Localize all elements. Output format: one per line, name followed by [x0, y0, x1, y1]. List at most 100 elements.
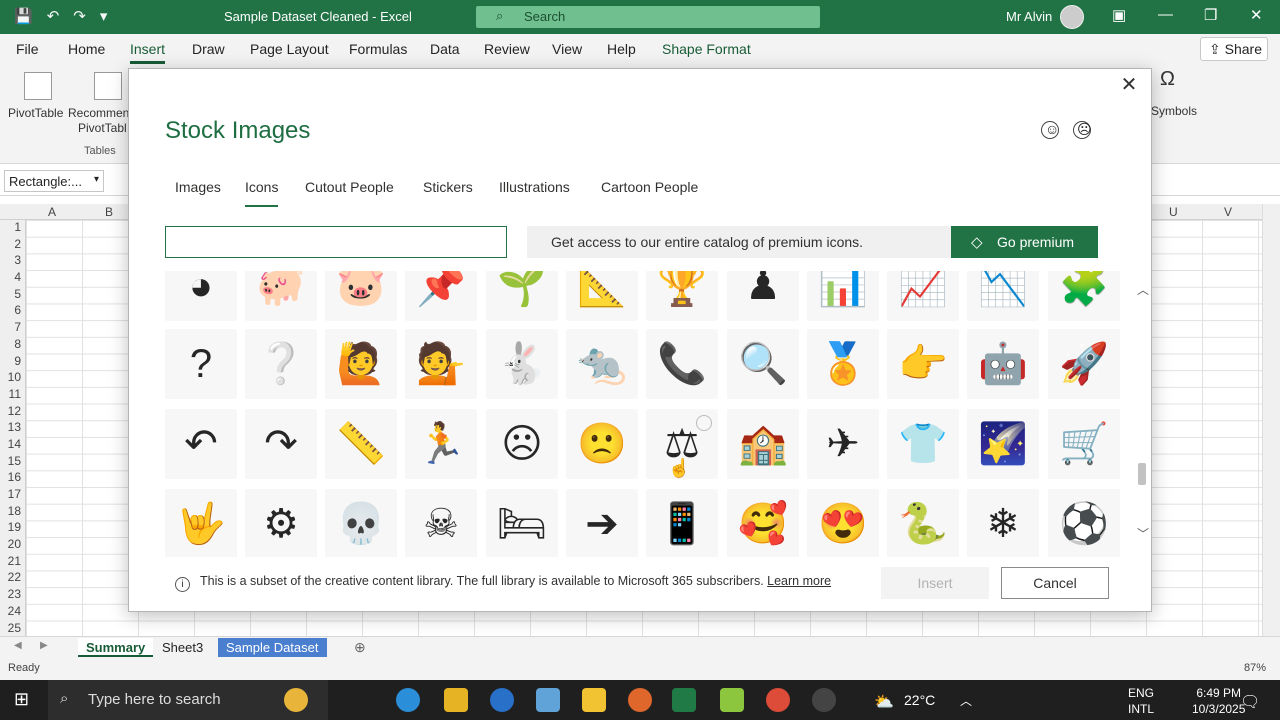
column-header[interactable]: A	[48, 205, 56, 219]
icon-tile[interactable]: 🌱	[486, 271, 558, 321]
tab-illustrations[interactable]: Illustrations	[499, 179, 570, 195]
icon-tile[interactable]: 👕	[887, 409, 959, 479]
language-indicator[interactable]: ENG INTL	[1128, 685, 1154, 717]
row-header[interactable]: 6	[0, 303, 25, 320]
pivot-table-label[interactable]: PivotTable	[8, 106, 63, 120]
column-header[interactable]: V	[1224, 205, 1232, 219]
scroll-down-icon[interactable]: ﹀	[1137, 525, 1149, 542]
name-box[interactable]: Rectangle:... ▾	[4, 170, 104, 192]
frown-feedback-icon[interactable]: ☹	[1073, 121, 1092, 139]
ribbon-display-icon[interactable]: ▣	[1112, 6, 1126, 24]
icon-search-input[interactable]	[165, 226, 507, 258]
avatar[interactable]	[1060, 5, 1084, 29]
scroll-thumb[interactable]	[1138, 463, 1146, 485]
row-header[interactable]: 16	[0, 470, 25, 487]
icon-tile[interactable]: ✈	[807, 409, 879, 479]
share-button[interactable]: ⇪ Share	[1200, 37, 1268, 61]
icon-tile[interactable]: ?	[165, 329, 237, 399]
icon-tile[interactable]: 🙋	[325, 329, 397, 399]
ribbon-tab-data[interactable]: Data	[430, 41, 460, 57]
add-sheet-icon[interactable]: ⊕	[354, 639, 366, 656]
learn-more-link[interactable]: Learn more	[767, 574, 831, 588]
icon-tile[interactable]: ❄	[967, 489, 1039, 557]
icon-tile[interactable]: 🔍	[727, 329, 799, 399]
windows-start-icon[interactable]: ⊞	[14, 689, 29, 710]
pivot-table-icon[interactable]	[24, 72, 52, 100]
icon-tile[interactable]: 📐	[566, 271, 638, 321]
icon-tile[interactable]: 🐖	[245, 271, 317, 321]
icon-tile[interactable]: 🧩	[1048, 271, 1120, 321]
icon-tile[interactable]: ➔	[566, 489, 638, 557]
icon-tile[interactable]: ☹	[486, 409, 558, 479]
symbols-label[interactable]: Symbols	[1151, 104, 1197, 118]
row-header[interactable]: 25	[0, 621, 25, 638]
undo-icon[interactable]: ↶	[47, 7, 60, 25]
icon-tile[interactable]: 🐀	[566, 329, 638, 399]
redo-icon[interactable]: ↷	[73, 7, 86, 25]
recommended-pivot-icon[interactable]	[94, 72, 122, 100]
sheet-scroll-left-icon[interactable]: ◀	[14, 640, 22, 651]
chrome-icon[interactable]	[766, 688, 790, 712]
ribbon-tab-page-layout[interactable]: Page Layout	[250, 41, 329, 57]
smile-feedback-icon[interactable]: ☺	[1041, 121, 1059, 139]
scroll-up-icon[interactable]: ︿	[1137, 281, 1149, 298]
sheet-tab-sheet3[interactable]: Sheet3	[154, 638, 211, 657]
icon-tile[interactable]: ↷	[245, 409, 317, 479]
icon-tile[interactable]: 🏆	[646, 271, 718, 321]
icon-tile[interactable]: ❔	[245, 329, 317, 399]
ribbon-tab-insert[interactable]: Insert	[130, 41, 166, 64]
omega-symbol-icon[interactable]: Ω	[1160, 69, 1175, 89]
row-header[interactable]: 23	[0, 587, 25, 604]
icon-tile[interactable]: 🤖	[967, 329, 1039, 399]
sheet-tab-summary[interactable]: Summary	[78, 638, 154, 657]
row-header[interactable]: 18	[0, 504, 25, 521]
sheet-tab-sample-dataset[interactable]: Sample Dataset	[218, 638, 327, 657]
icon-tile[interactable]: 💁	[405, 329, 477, 399]
row-header[interactable]: 12	[0, 404, 25, 421]
ribbon-tab-help[interactable]: Help	[607, 41, 636, 57]
r-app-icon[interactable]	[490, 688, 514, 712]
icon-tile[interactable]: 📌	[405, 271, 477, 321]
row-header[interactable]: 24	[0, 604, 25, 621]
ribbon-tab-view[interactable]: View	[552, 41, 582, 57]
folder-icon[interactable]	[582, 688, 606, 712]
search-input[interactable]: ⌕ Search	[476, 6, 820, 28]
notification-icon[interactable]: 🗨	[1240, 692, 1260, 712]
row-header[interactable]: 13	[0, 420, 25, 437]
icon-tile[interactable]: 🤟	[165, 489, 237, 557]
restore-icon[interactable]: ❐	[1204, 6, 1217, 24]
edge-icon[interactable]	[396, 688, 420, 712]
ribbon-tab-shape-format[interactable]: Shape Format	[662, 41, 751, 57]
icon-tile[interactable]: 🐇	[486, 329, 558, 399]
insert-button[interactable]: Insert	[881, 567, 989, 599]
tab-cutout-people[interactable]: Cutout People	[305, 179, 394, 195]
save-icon[interactable]: 💾	[14, 7, 33, 25]
tab-images[interactable]: Images	[175, 179, 221, 195]
icon-tile[interactable]: ⚙	[245, 489, 317, 557]
keyboard-app-icon[interactable]	[536, 688, 560, 712]
user-name[interactable]: Mr Alvin	[1006, 9, 1052, 24]
icon-tile[interactable]: 🛏	[486, 489, 558, 557]
weather-temp[interactable]: 22°C	[904, 692, 935, 708]
cancel-button[interactable]: Cancel	[1001, 567, 1109, 599]
recommended-pivot-label-1[interactable]: Recommen	[68, 106, 129, 120]
row-header[interactable]: 10	[0, 370, 25, 387]
ribbon-tab-review[interactable]: Review	[484, 41, 530, 57]
ribbon-tab-formulas[interactable]: Formulas	[349, 41, 407, 57]
icon-tile[interactable]: 📞	[646, 329, 718, 399]
icon-tile[interactable]: 🏅	[807, 329, 879, 399]
icon-tile[interactable]: ◕	[165, 271, 237, 321]
close-window-icon[interactable]: ✕	[1250, 6, 1263, 24]
recommended-pivot-label-2[interactable]: PivotTabl	[78, 121, 127, 135]
row-header[interactable]: 15	[0, 454, 25, 471]
icon-tile[interactable]: 🐷	[325, 271, 397, 321]
sheet-vertical-scrollbar[interactable]	[1262, 204, 1280, 636]
row-header[interactable]: 21	[0, 554, 25, 571]
icon-tile[interactable]: 📏	[325, 409, 397, 479]
minimize-icon[interactable]: —	[1158, 6, 1173, 23]
row-header[interactable]: 2	[0, 237, 25, 254]
zoom-level[interactable]: 87%	[1244, 662, 1266, 674]
icon-tile[interactable]: 📈	[887, 271, 959, 321]
row-header[interactable]: 19	[0, 520, 25, 537]
row-header[interactable]: 14	[0, 437, 25, 454]
